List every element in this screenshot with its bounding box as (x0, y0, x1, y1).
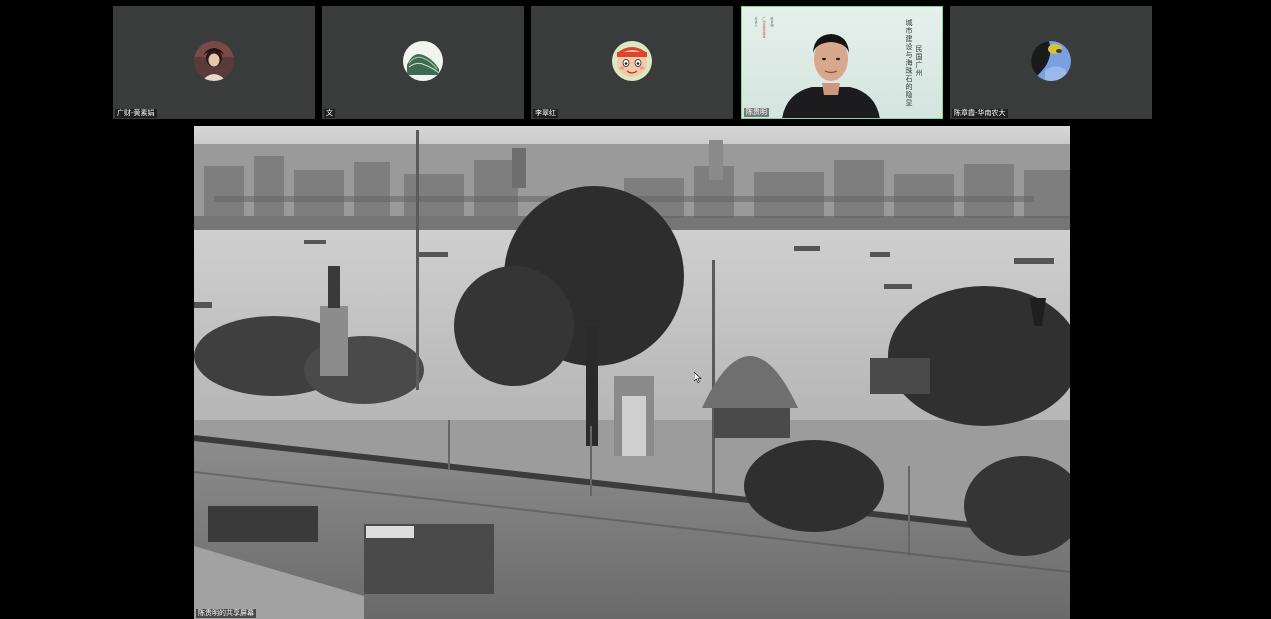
speaker-video (768, 23, 894, 118)
active-speaker-tile[interactable]: 主讲人 广州市城市建设 陈贵明 城市建设与海珠石的隐显 民国广州 陈贵明 (741, 6, 943, 119)
meeting-window: 广财-黄素娟 文 李翠红 主讲人 广州市城市建设 陈贵明 城市建设与海珠石的隐显… (0, 0, 1271, 619)
participant-name: 陈章霞-华南农大 (952, 109, 1008, 118)
slide-subtitle: 民国广州 (915, 45, 923, 77)
blue-cartoon-icon (1031, 41, 1071, 81)
slide-credit: 主讲人 (754, 17, 758, 28)
shared-screen[interactable]: 陈贵明的共享屏幕 (194, 126, 1070, 619)
woman-portrait-icon (194, 41, 234, 81)
green-landscape-icon (403, 41, 443, 81)
participant-name: 广财-黄素娟 (115, 109, 157, 118)
participant-name: 文 (324, 109, 335, 118)
slide-title: 城市建设与海珠石的隐显 (905, 19, 913, 107)
slide-subheading: 广州市城市建设 (762, 17, 766, 38)
participant-tile[interactable]: 文 (322, 6, 524, 119)
participant-tile[interactable]: 陈章霞-华南农大 (950, 6, 1152, 119)
participant-name: 李翠红 (533, 109, 558, 118)
participant-tile[interactable]: 李翠红 (531, 6, 733, 119)
mouse-cursor-icon (694, 372, 702, 383)
cartoon-character-icon (612, 41, 652, 81)
participant-tile[interactable]: 广财-黄素娟 (113, 6, 315, 119)
participant-name: 陈贵明 (744, 108, 769, 117)
share-owner-label: 陈贵明的共享屏幕 (196, 609, 256, 618)
historic-photo (194, 126, 1070, 619)
